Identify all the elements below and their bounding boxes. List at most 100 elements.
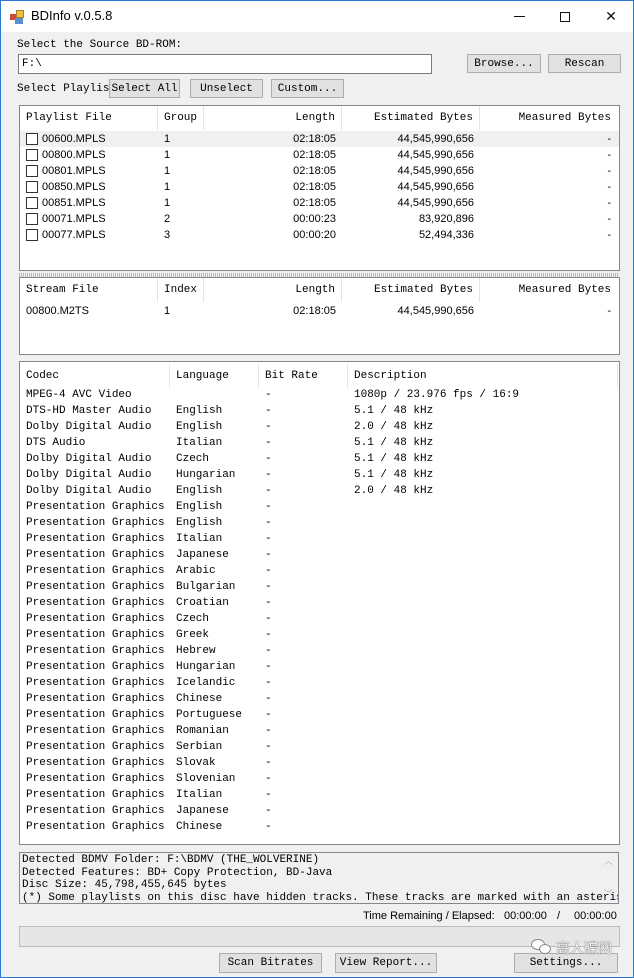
codec-row[interactable]: Presentation Graphics English - — [20, 515, 619, 531]
stream-list-header: Stream File Index Length Estimated Bytes… — [20, 278, 619, 302]
codec-row[interactable]: Presentation Graphics Arabic - — [20, 563, 619, 579]
codec-bit-rate: - — [265, 613, 272, 625]
playlist-length: 02:18:05 — [293, 133, 336, 145]
playlist-file: 00851.MPLS — [42, 197, 106, 209]
playlist-measured-bytes: - — [607, 181, 611, 193]
codec-row[interactable]: Presentation Graphics Czech - — [20, 611, 619, 627]
playlist-row[interactable]: 00600.MPLS 1 02:18:05 44,545,990,656 - — [20, 131, 619, 147]
codec-list[interactable]: Codec Language Bit Rate Description MPEG… — [19, 361, 620, 845]
stream-file: 00800.M2TS — [26, 305, 89, 317]
source-path-input[interactable]: F:\ — [18, 54, 432, 74]
codec-language: Slovak — [176, 757, 216, 769]
column-header-bit-rate[interactable]: Bit Rate — [259, 364, 348, 388]
playlist-estimated-bytes: 44,545,990,656 — [397, 181, 474, 193]
column-header-length[interactable]: Length — [204, 106, 342, 130]
codec-description — [348, 531, 618, 547]
playlist-row[interactable]: 00077.MPLS 3 00:00:20 52,494,336 - — [20, 227, 619, 243]
column-header-stream-file[interactable]: Stream File — [20, 278, 158, 302]
column-header-measured-bytes[interactable]: Measured Bytes — [480, 278, 617, 302]
codec-bit-rate: - — [265, 485, 272, 497]
codec-row[interactable]: Dolby Digital Audio Hungarian - 5.1 / 48 kH… — [20, 467, 619, 483]
info-scrollbar[interactable]: ︿ ﹀ — [601, 853, 618, 903]
title-bar: BDInfo v.0.5.8 ✕ — [1, 1, 633, 32]
unselect-button[interactable]: Unselect — [190, 79, 263, 98]
column-header-estimated-bytes[interactable]: Estimated Bytes — [342, 106, 480, 130]
playlist-list[interactable]: Playlist File Group Length Estimated Byt… — [19, 105, 620, 271]
playlist-row[interactable]: 00851.MPLS 1 02:18:05 44,545,990,656 - — [20, 195, 619, 211]
codec-language: Slovenian — [176, 773, 236, 785]
column-header-estimated-bytes[interactable]: Estimated Bytes — [342, 278, 480, 302]
column-header-measured-bytes[interactable]: Measured Bytes — [480, 106, 617, 130]
column-header-description[interactable]: Description — [348, 364, 618, 388]
column-header-length[interactable]: Length — [204, 278, 342, 302]
codec-name: MPEG-4 AVC Video — [26, 389, 132, 401]
settings-button[interactable]: Settings... — [514, 953, 618, 973]
scroll-up-icon[interactable]: ︿ — [604, 856, 613, 869]
codec-row[interactable]: Dolby Digital Audio English - 2.0 / 48 kHz — [20, 419, 619, 435]
codec-row[interactable]: Presentation Graphics Bulgarian - — [20, 579, 619, 595]
minimize-icon — [513, 16, 525, 17]
codec-row[interactable]: Presentation Graphics English - — [20, 499, 619, 515]
column-header-group[interactable]: Group — [158, 106, 204, 130]
codec-row[interactable]: Presentation Graphics Croatian - — [20, 595, 619, 611]
minimize-button[interactable] — [496, 1, 542, 32]
stream-row[interactable]: 00800.M2TS 1 02:18:05 44,545,990,656 - — [20, 303, 619, 319]
stream-file-list[interactable]: Stream File Index Length Estimated Bytes… — [19, 277, 620, 355]
codec-row[interactable]: Presentation Graphics Chinese - — [20, 819, 619, 835]
rescan-button[interactable]: Rescan — [548, 54, 621, 73]
scan-bitrates-button[interactable]: Scan Bitrates — [219, 953, 322, 973]
codec-description — [348, 579, 618, 595]
custom-button[interactable]: Custom... — [271, 79, 344, 98]
codec-name: Presentation Graphics — [26, 757, 165, 769]
codec-row[interactable]: Presentation Graphics Romanian - — [20, 723, 619, 739]
select-playlist-label: Select Playlist — [17, 83, 117, 95]
browse-button[interactable]: Browse... — [467, 54, 541, 73]
codec-row[interactable]: MPEG-4 AVC Video - 1080p / 23.976 fps / 16… — [20, 387, 619, 403]
close-button[interactable]: ✕ — [588, 1, 634, 32]
scroll-down-icon[interactable]: ﹀ — [604, 889, 613, 902]
column-header-index[interactable]: Index — [158, 278, 204, 302]
codec-description: 5.1 / 48 kHz — [354, 437, 434, 449]
playlist-row[interactable]: 00801.MPLS 1 02:18:05 44,545,990,656 - — [20, 163, 619, 179]
column-header-codec[interactable]: Codec — [20, 364, 170, 388]
codec-description: 2.0 / 48 kHz — [354, 421, 434, 433]
codec-description: 2.0 / 48 kHz — [354, 485, 434, 497]
codec-row[interactable]: Dolby Digital Audio English - 2.0 / 48 kHz — [20, 483, 619, 499]
playlist-row[interactable]: 00850.MPLS 1 02:18:05 44,545,990,656 - — [20, 179, 619, 195]
playlist-row[interactable]: 00800.MPLS 1 02:18:05 44,545,990,656 - — [20, 147, 619, 163]
playlist-measured-bytes: - — [607, 133, 611, 145]
codec-language: English — [176, 421, 223, 433]
codec-name: Presentation Graphics — [26, 645, 165, 657]
playlist-group: 1 — [164, 197, 171, 209]
codec-row[interactable]: Presentation Graphics Hungarian - — [20, 659, 619, 675]
codec-row[interactable]: Presentation Graphics Italian - — [20, 531, 619, 547]
codec-name: DTS-HD Master Audio — [26, 405, 152, 417]
playlist-file: 00077.MPLS — [42, 229, 106, 241]
playlist-row[interactable]: 00071.MPLS 2 00:00:23 83,920,896 - — [20, 211, 619, 227]
codec-row[interactable]: Presentation Graphics Japanese - — [20, 803, 619, 819]
codec-row[interactable]: Presentation Graphics Italian - — [20, 787, 619, 803]
codec-row[interactable]: Presentation Graphics Slovenian - — [20, 771, 619, 787]
column-header-language[interactable]: Language — [170, 364, 259, 388]
codec-row[interactable]: Presentation Graphics Serbian - — [20, 739, 619, 755]
view-report-button[interactable]: View Report... — [335, 953, 437, 973]
info-line: Detected Features: BD+ Copy Protection, … — [22, 866, 333, 879]
maximize-button[interactable] — [542, 1, 588, 32]
codec-bit-rate: - — [265, 725, 272, 737]
codec-row[interactable]: DTS-HD Master Audio English - 5.1 / 48 kHz — [20, 403, 619, 419]
codec-row[interactable]: Dolby Digital Audio Czech - 5.1 / 48 kHz — [20, 451, 619, 467]
disc-info-textbox[interactable]: Detected BDMV Folder: F:\BDMV (THE_WOLVE… — [19, 852, 619, 904]
codec-row[interactable]: Presentation Graphics Portuguese - — [20, 707, 619, 723]
codec-row[interactable]: Presentation Graphics Hebrew - — [20, 643, 619, 659]
codec-name: Presentation Graphics — [26, 709, 165, 721]
codec-row[interactable]: Presentation Graphics Slovak - — [20, 755, 619, 771]
codec-bit-rate: - — [265, 405, 272, 417]
playlist-file: 00600.MPLS — [42, 133, 106, 145]
codec-row[interactable]: Presentation Graphics Chinese - — [20, 691, 619, 707]
column-header-playlist-file[interactable]: Playlist File — [20, 106, 158, 130]
codec-row[interactable]: Presentation Graphics Icelandic - — [20, 675, 619, 691]
select-all-button[interactable]: Select All — [109, 79, 180, 98]
codec-row[interactable]: Presentation Graphics Greek - — [20, 627, 619, 643]
codec-row[interactable]: Presentation Graphics Japanese - — [20, 547, 619, 563]
codec-row[interactable]: DTS Audio Italian - 5.1 / 48 kHz — [20, 435, 619, 451]
